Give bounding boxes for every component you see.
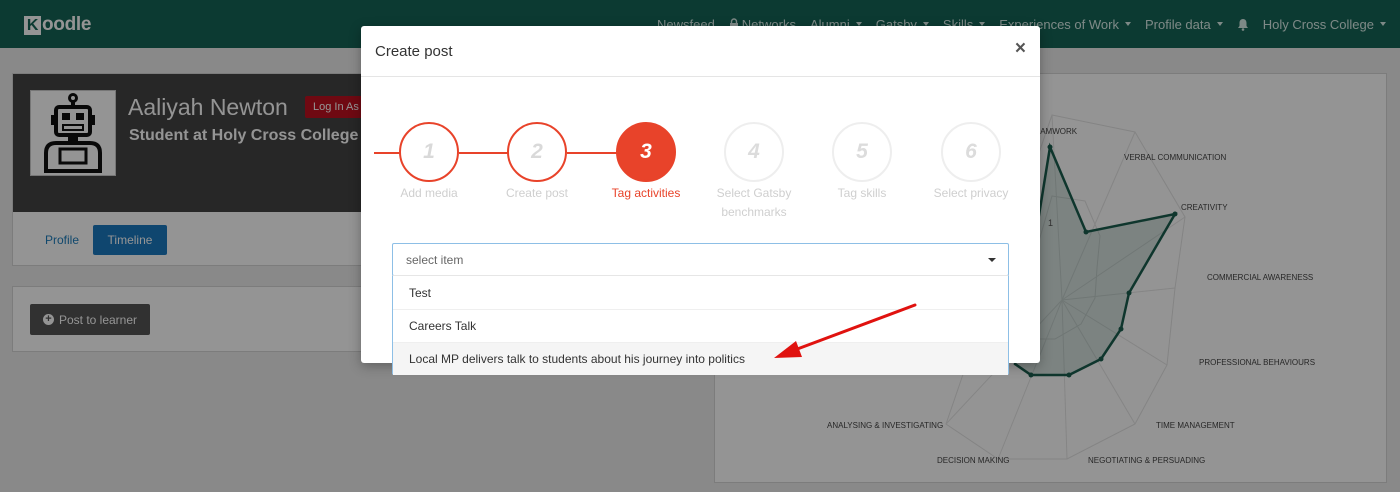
step-5-number: 5 xyxy=(856,140,868,163)
modal-title: Create post xyxy=(375,43,453,60)
select-placeholder: select item xyxy=(406,253,464,267)
step-1-label: Add media xyxy=(400,186,458,200)
step-5-label: Tag skills xyxy=(837,186,887,200)
stepper-line-1-2 xyxy=(459,152,508,154)
step-6-number: 6 xyxy=(965,140,977,163)
step-2-number: 2 xyxy=(531,140,543,163)
step-4-number: 4 xyxy=(748,140,760,163)
close-icon[interactable]: × xyxy=(1015,39,1026,59)
step-2-label: Create post xyxy=(505,186,569,200)
step-4-label: Select Gatsby benchmarks xyxy=(716,186,792,219)
step-3-circle[interactable]: 3 xyxy=(616,122,676,182)
step-6-label: Select privacy xyxy=(933,186,1009,200)
step-3-number: 3 xyxy=(640,140,652,163)
step-2-circle[interactable]: 2 xyxy=(507,122,567,182)
activity-select[interactable]: select item xyxy=(392,243,1009,276)
step-3-label: Tag activities xyxy=(611,186,681,200)
step-5-circle[interactable]: 5 xyxy=(832,122,892,182)
caret-down-icon xyxy=(988,258,996,262)
stepper-line-2-3 xyxy=(567,152,617,154)
modal-header: Create post × xyxy=(361,26,1040,77)
step-1-number: 1 xyxy=(423,140,435,163)
step-6-circle[interactable]: 6 xyxy=(941,122,1001,182)
annotation-arrow-icon xyxy=(774,303,917,358)
step-1-circle[interactable]: 1 xyxy=(399,122,459,182)
step-4-circle[interactable]: 4 xyxy=(724,122,784,182)
stepper-line-left xyxy=(374,152,401,154)
